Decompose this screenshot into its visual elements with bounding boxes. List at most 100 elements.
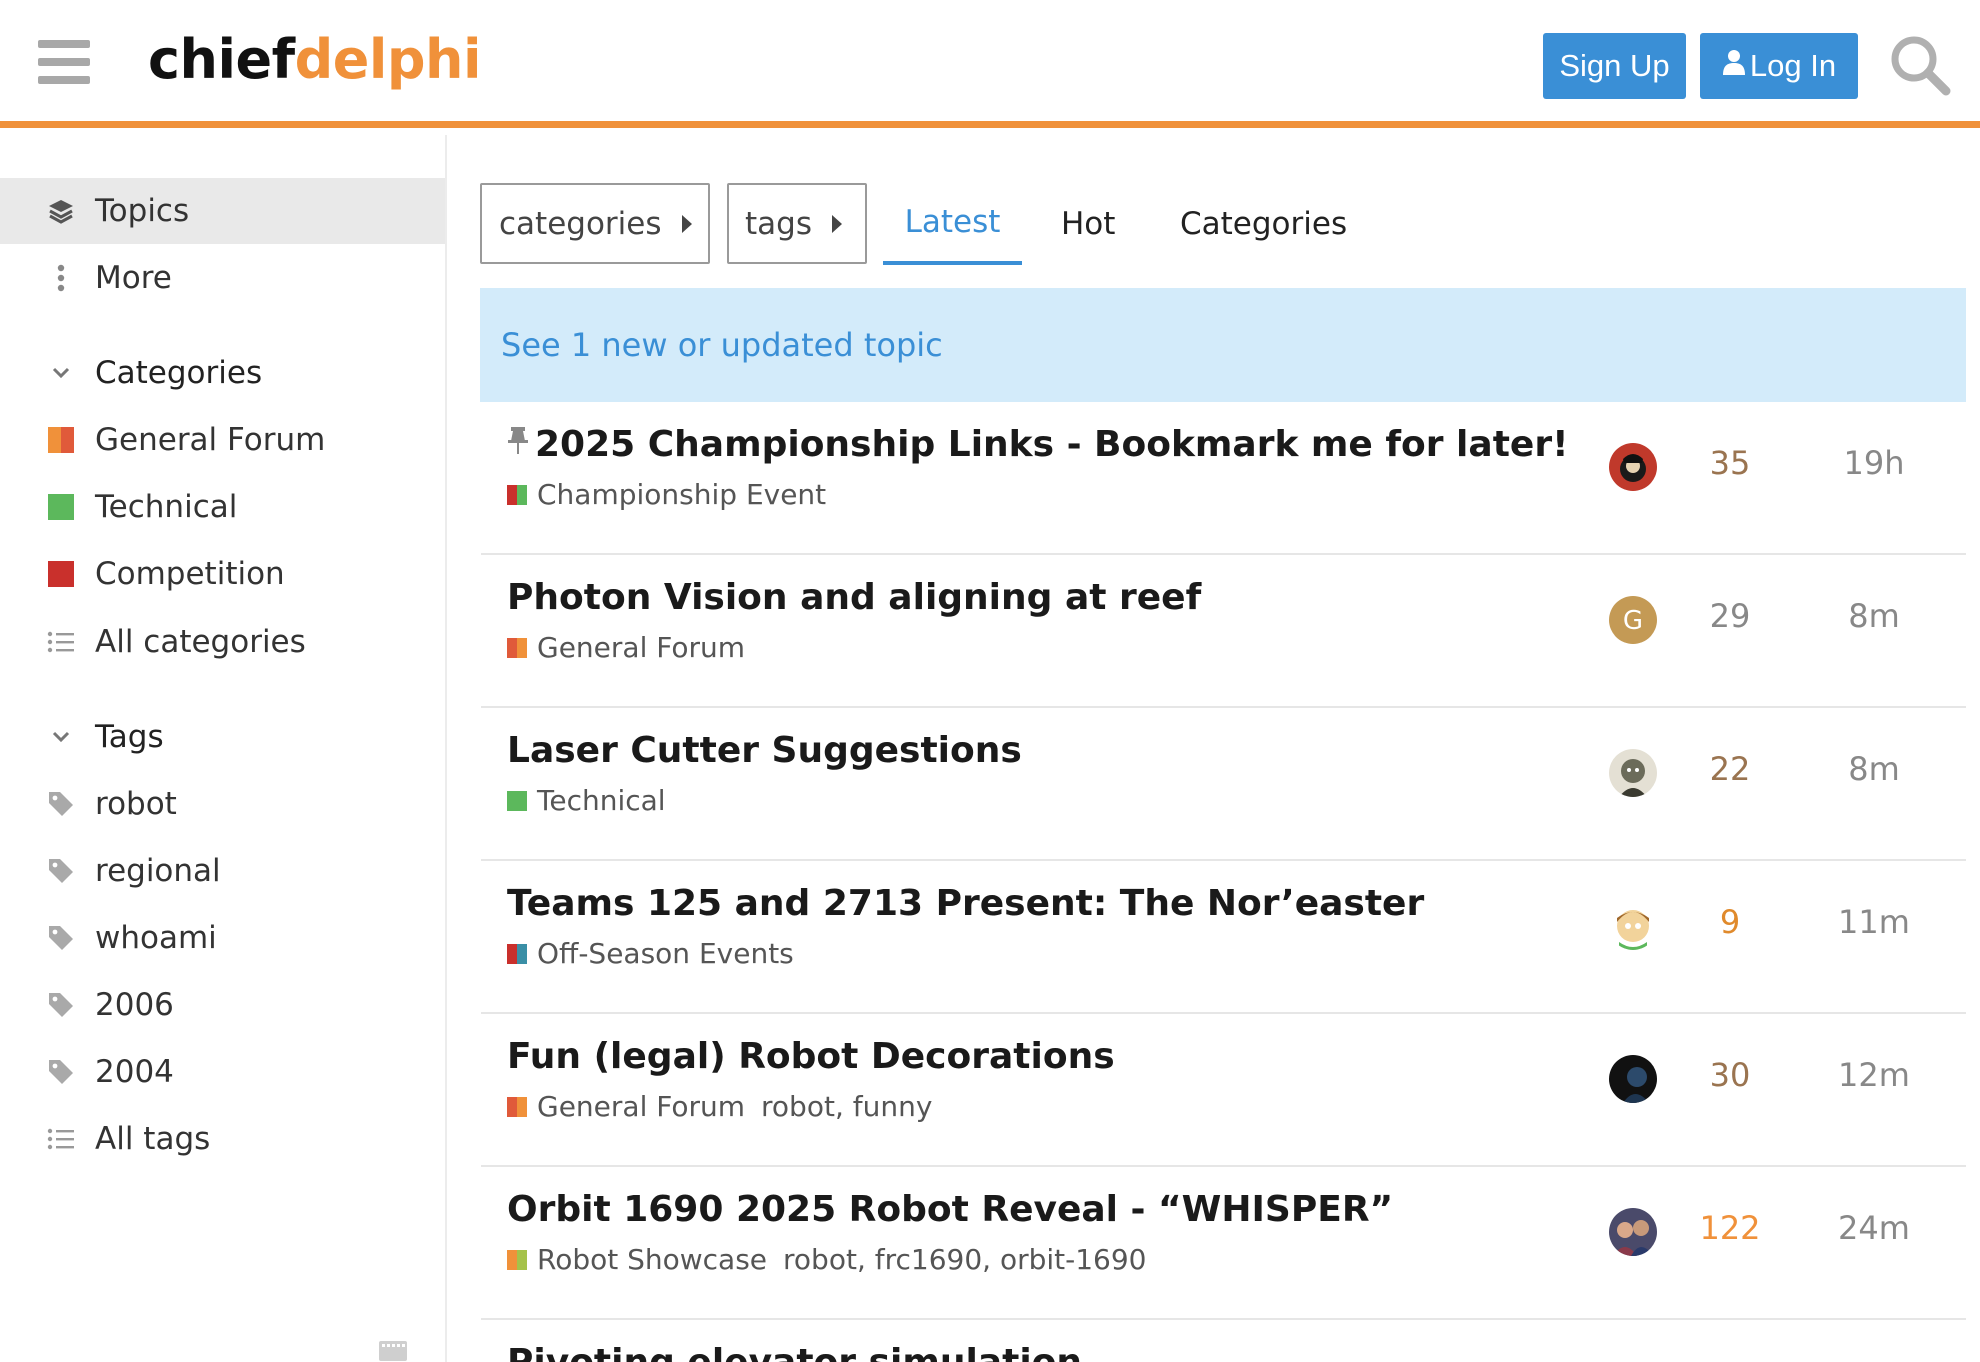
- sidebar-section-tags[interactable]: Tags: [0, 704, 445, 770]
- category-link[interactable]: Technical: [537, 784, 666, 817]
- sidebar: Topics More Categories General Forum Tec…: [0, 135, 447, 1362]
- chevron-down-icon: [47, 723, 75, 751]
- topic-title[interactable]: Orbit 1690 2025 Robot Reveal - “WHISPER”: [507, 1189, 1393, 1230]
- sidebar-item-tag-2006[interactable]: 2006: [0, 972, 445, 1038]
- sidebar-item-label: Competition: [95, 556, 285, 592]
- topic-title[interactable]: Photon Vision and aligning at reef: [507, 577, 1201, 618]
- reply-count[interactable]: 30: [1679, 1056, 1781, 1094]
- category-color-swatch: [507, 1249, 527, 1270]
- activity-time[interactable]: 19h: [1799, 444, 1949, 482]
- activity-time[interactable]: 11m: [1799, 903, 1949, 941]
- category-color-swatch: [47, 493, 75, 521]
- log-in-button[interactable]: Log In: [1700, 33, 1858, 99]
- topic-category: Technical: [507, 784, 666, 817]
- search-icon[interactable]: [1888, 33, 1952, 97]
- tags-dropdown-label: tags: [745, 205, 812, 242]
- sign-up-button[interactable]: Sign Up: [1543, 33, 1686, 99]
- activity-time[interactable]: 8m: [1799, 597, 1949, 635]
- topic-category: Off-Season Events: [507, 937, 794, 970]
- chevron-down-icon: [47, 359, 75, 387]
- category-link[interactable]: Robot Showcase: [537, 1243, 767, 1276]
- vertical-ellipsis-icon: [47, 264, 75, 292]
- category-link[interactable]: Off-Season Events: [537, 937, 794, 970]
- activity-time[interactable]: 24m: [1799, 1209, 1949, 1247]
- log-in-label: Log In: [1749, 48, 1837, 83]
- reply-count[interactable]: 122: [1679, 1209, 1781, 1247]
- tab-latest[interactable]: Latest: [883, 183, 1022, 265]
- sidebar-section-heading: Tags: [95, 719, 164, 755]
- tag-icon: [47, 991, 75, 1019]
- reply-count[interactable]: 35: [1679, 444, 1781, 482]
- topic-title[interactable]: Laser Cutter Suggestions: [507, 730, 1022, 771]
- user-icon: [1722, 32, 1746, 98]
- sidebar-item-label: General Forum: [95, 422, 326, 458]
- keyboard-icon[interactable]: [378, 1340, 408, 1362]
- sidebar-item-technical[interactable]: Technical: [0, 474, 445, 540]
- tab-hot[interactable]: Hot: [1061, 183, 1115, 265]
- topic-category: General Forum: [507, 631, 745, 664]
- tags-dropdown[interactable]: tags: [727, 183, 867, 264]
- sidebar-item-label: 2006: [95, 987, 174, 1023]
- avatar[interactable]: [1609, 1055, 1657, 1103]
- sidebar-item-all-categories[interactable]: All categories: [0, 609, 445, 675]
- topic-row: Laser Cutter Suggestions Technical 22 8m: [481, 708, 1966, 861]
- pin-icon: [507, 423, 529, 464]
- category-color-swatch: [47, 426, 75, 454]
- topic-title[interactable]: 2025 Championship Links - Bookmark me fo…: [507, 424, 1569, 465]
- sidebar-item-general-forum[interactable]: General Forum: [0, 407, 445, 473]
- sidebar-item-competition[interactable]: Competition: [0, 541, 445, 607]
- reply-count[interactable]: 22: [1679, 750, 1781, 788]
- avatar[interactable]: G: [1609, 596, 1657, 644]
- topic-title[interactable]: Pivoting elevator simulation: [507, 1342, 1082, 1362]
- site-header: chiefdelphi Sign Up Log In: [0, 0, 1980, 128]
- category-color-swatch: [507, 943, 527, 964]
- sidebar-item-label: 2004: [95, 1054, 174, 1090]
- topic-row: 2025 Championship Links - Bookmark me fo…: [481, 402, 1966, 555]
- topic-row: Pivoting elevator simulation: [481, 1320, 1966, 1362]
- avatar[interactable]: [1609, 902, 1657, 950]
- topic-category: Robot Showcase robot, frc1690, orbit-169…: [507, 1243, 1146, 1276]
- topic-row: Teams 125 and 2713 Present: The Nor’east…: [481, 861, 1966, 1014]
- topic-title[interactable]: Fun (legal) Robot Decorations: [507, 1036, 1115, 1077]
- tag-icon: [47, 924, 75, 952]
- categories-dropdown-label: categories: [499, 205, 662, 242]
- category-link[interactable]: General Forum: [537, 1090, 745, 1123]
- category-link[interactable]: General Forum: [537, 631, 745, 664]
- sidebar-item-label: Technical: [95, 489, 238, 525]
- topic-tags[interactable]: robot, frc1690, orbit-1690: [783, 1243, 1146, 1276]
- sidebar-item-tag-regional[interactable]: regional: [0, 838, 445, 904]
- categories-dropdown[interactable]: categories: [480, 183, 710, 264]
- category-color-swatch: [507, 484, 527, 505]
- topic-row: Photon Vision and aligning at reef Gener…: [481, 555, 1966, 708]
- sidebar-item-tag-whoami[interactable]: whoami: [0, 905, 445, 971]
- sidebar-item-more[interactable]: More: [0, 245, 445, 311]
- sidebar-section-categories[interactable]: Categories: [0, 340, 445, 406]
- avatar[interactable]: [1609, 443, 1657, 491]
- hamburger-menu-icon[interactable]: [38, 40, 90, 84]
- category-link[interactable]: Championship Event: [537, 478, 826, 511]
- tab-categories[interactable]: Categories: [1180, 183, 1347, 265]
- sidebar-item-tag-2004[interactable]: 2004: [0, 1039, 445, 1105]
- sidebar-item-all-tags[interactable]: All tags: [0, 1106, 445, 1172]
- new-topics-banner[interactable]: See 1 new or updated topic: [480, 288, 1966, 402]
- topic-title[interactable]: Teams 125 and 2713 Present: The Nor’east…: [507, 883, 1424, 924]
- avatar[interactable]: [1609, 749, 1657, 797]
- activity-time[interactable]: 8m: [1799, 750, 1949, 788]
- category-color-swatch: [507, 790, 527, 811]
- reply-count[interactable]: 29: [1679, 597, 1781, 635]
- avatar[interactable]: [1609, 1208, 1657, 1256]
- activity-time[interactable]: 12m: [1799, 1056, 1949, 1094]
- sidebar-item-topics[interactable]: Topics: [0, 178, 445, 244]
- topic-category: Championship Event: [507, 478, 826, 511]
- sidebar-section-heading: Categories: [95, 355, 263, 391]
- avatar-initial: G: [1623, 606, 1643, 636]
- category-color-swatch: [507, 637, 527, 658]
- reply-count[interactable]: 9: [1679, 903, 1781, 941]
- topic-tags[interactable]: robot, funny: [761, 1090, 932, 1123]
- layers-icon: [47, 197, 75, 225]
- sidebar-item-label: Topics: [95, 193, 190, 229]
- sidebar-item-tag-robot[interactable]: robot: [0, 771, 445, 837]
- site-logo[interactable]: chiefdelphi: [148, 28, 482, 92]
- topic-row: Orbit 1690 2025 Robot Reveal - “WHISPER”…: [481, 1167, 1966, 1320]
- category-color-swatch: [47, 560, 75, 588]
